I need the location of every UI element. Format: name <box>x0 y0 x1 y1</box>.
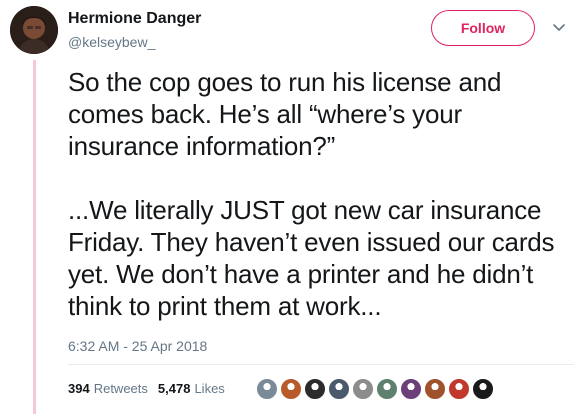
liker-avatar[interactable] <box>328 378 350 400</box>
retweets-label: Retweets <box>93 381 148 396</box>
tweet-stats: 394 Retweets 5,478 Likes <box>68 381 235 396</box>
author-avatar[interactable] <box>10 6 58 54</box>
retweets-count: 394 <box>68 381 90 396</box>
likes-stat[interactable]: 5,478 Likes <box>158 381 225 396</box>
tweet-timestamp[interactable]: 6:32 AM - 25 Apr 2018 <box>68 338 207 354</box>
likes-count: 5,478 <box>157 381 191 396</box>
divider <box>68 364 574 365</box>
likes-label: Likes <box>194 381 225 396</box>
chevron-down-icon[interactable] <box>553 22 565 34</box>
tweet-paragraph: ...We literally JUST got new car insuran… <box>68 195 555 321</box>
liker-avatar[interactable] <box>400 378 422 400</box>
liker-avatar[interactable] <box>304 378 326 400</box>
follow-button[interactable]: Follow <box>431 10 535 46</box>
liker-avatars <box>256 378 496 400</box>
thread-line <box>33 60 36 414</box>
author-name[interactable]: Hermione Danger <box>68 10 201 28</box>
liker-avatar[interactable] <box>448 378 470 400</box>
liker-avatar[interactable] <box>352 378 374 400</box>
retweets-stat[interactable]: 394 Retweets <box>68 381 148 396</box>
author-handle[interactable]: @kelseybew_ <box>68 34 155 50</box>
liker-avatar[interactable] <box>280 378 302 400</box>
liker-avatar[interactable] <box>472 378 494 400</box>
liker-avatar[interactable] <box>424 378 446 400</box>
liker-avatar[interactable] <box>256 378 278 400</box>
tweet-text: So the cop goes to run his license and c… <box>68 66 573 322</box>
tweet-paragraph: So the cop goes to run his license and c… <box>68 67 502 161</box>
avatar-photo-icon <box>10 6 58 54</box>
liker-avatar[interactable] <box>376 378 398 400</box>
